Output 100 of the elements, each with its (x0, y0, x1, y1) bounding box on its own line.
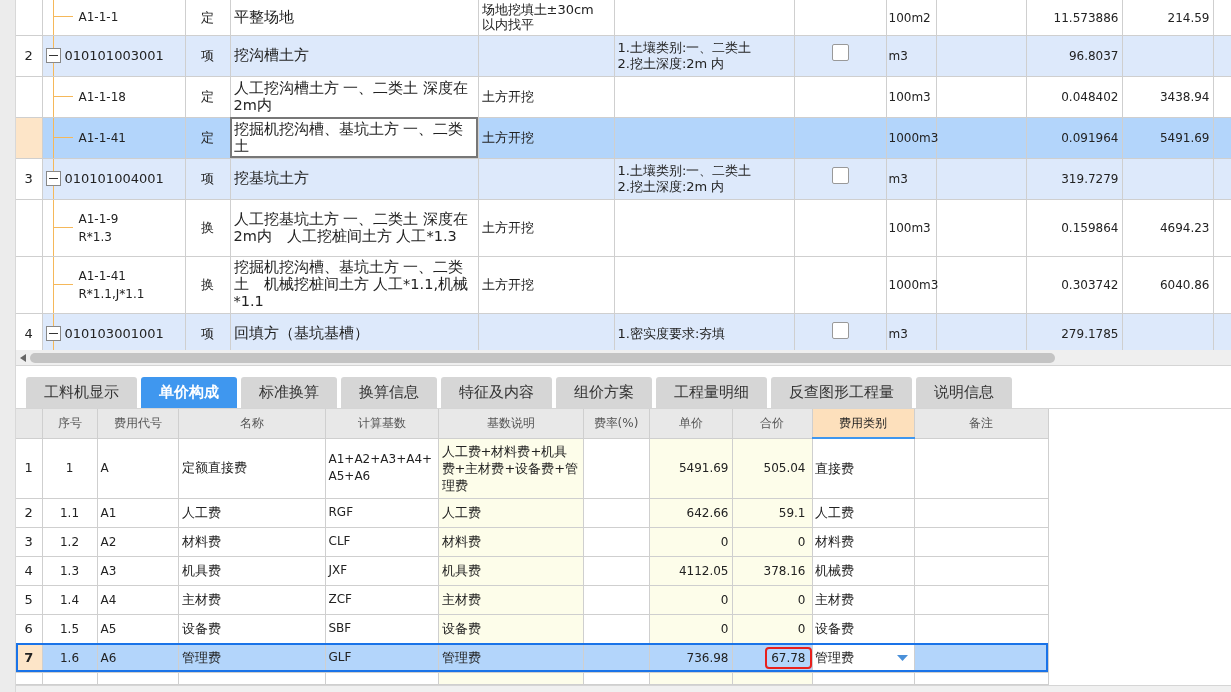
collapse-toggle[interactable] (45, 326, 61, 341)
table-cell: 0 (720, 592, 729, 607)
table-cell-text: SBF (328, 620, 353, 637)
table-row[interactable]: 6 1.5 A5 设备费 SBF 设备费 0 0 设备费 (16, 614, 1048, 643)
horizontal-scrollbar[interactable] (30, 352, 1055, 363)
table-row[interactable]: 3 1.2 A2 材料费 CLF 材料费 0 0 材料费 (16, 527, 1048, 556)
tab[interactable]: 换算信息 (341, 377, 437, 408)
row-number: 6 (24, 620, 33, 636)
type-text: 换 (201, 219, 214, 235)
table-cell-text: 505.04 (762, 460, 807, 478)
table-cell-text: 59.1 (777, 504, 807, 522)
table-row[interactable]: 2 010101003001 项 挖沟槽土方 1.土壤类别:一、二类土 2.挖土深度:2m 内 m3 96.8037 (16, 35, 1231, 76)
name-text: 挖沟槽土方 (233, 47, 310, 64)
price-text: 214.59 (1167, 10, 1210, 25)
table-cell-text: CLF (328, 533, 352, 550)
checkbox[interactable] (831, 167, 849, 185)
column-header[interactable]: 备注 (914, 409, 1048, 438)
table-cell: A6 (100, 650, 117, 665)
table-cell: 设备费 (181, 620, 221, 636)
table-cell: 人工费 (181, 504, 221, 520)
code-text: A1-1-41 R*1.1,J*1.1 (78, 267, 145, 303)
table-cell: 1.6 (59, 650, 80, 665)
table-row[interactable]: 7 1.6 A6 管理费 GLF 管理费 736.98 67.78 管理费 (16, 643, 1048, 672)
column-header[interactable]: 名称 (178, 409, 325, 438)
table-cell: 人工费+材料费+机具费+主材费+设备费+管理费 (441, 442, 580, 494)
quantity-text: 0.159864 (1061, 220, 1119, 235)
table-cell-text: 人工费 (441, 504, 482, 521)
code-text: 010101003001 (64, 46, 164, 65)
content-text: 土方开挖 (481, 277, 535, 292)
code-text: A1-1-18 (78, 88, 126, 106)
table-row[interactable]: 2 1.1 A1 人工费 RGF 人工费 642.66 59.1 人工费 (16, 498, 1048, 527)
table-cell: 1.1 (59, 505, 80, 520)
collapse-toggle[interactable] (45, 171, 61, 186)
column-header[interactable]: 单价 (649, 409, 732, 438)
table-cell: 0 (720, 621, 729, 636)
content-text: 场地挖填土±30cm 以内找平 (481, 2, 595, 33)
table-row[interactable]: 5 1.4 A4 主材费 ZCF 主材费 0 0 主材费 (16, 585, 1048, 614)
name-text: 回填方（基坑基槽） (233, 325, 370, 342)
table-cell: A1 (100, 505, 117, 520)
tab[interactable]: 工料机显示 (26, 377, 137, 408)
table-cell: 1.4 (59, 592, 80, 607)
code-text: A1-1-9 R*1.3 (78, 210, 119, 246)
table-cell: A2 (100, 534, 117, 549)
table-cell-text: 管理费 (441, 649, 482, 666)
table-cell-text: A1+A2+A3+A4+A5+A6 (328, 451, 434, 485)
table-cell: 主材费 (181, 591, 221, 607)
checkbox[interactable] (831, 322, 849, 340)
tab[interactable]: 标准换算 (241, 377, 337, 408)
unit-text: 100m3 (888, 89, 931, 104)
column-header[interactable]: 费用类别 (812, 409, 914, 438)
table-row[interactable]: A1-1-1 定 平整场地 场地挖填土±30cm 以内找平 100m2 11.573886 214.59 (16, 0, 1231, 35)
name-text: 挖基坑土方 (233, 170, 310, 187)
tab[interactable]: 工程量明细 (656, 377, 767, 408)
column-header[interactable]: 合价 (732, 409, 812, 438)
table-cell: A3 (100, 563, 117, 578)
table-cell-text: 材料费 (441, 533, 482, 550)
row-number: 4 (24, 325, 33, 341)
dropdown-caret-icon[interactable] (896, 654, 908, 661)
table-cell: 定额直接费 (181, 460, 247, 476)
table-row[interactable]: 3 010101004001 项 挖基坑土方 1.土壤类别:一、二类土 2.挖土深度:2m 内 m3 319.7279 (16, 158, 1231, 199)
unit-text: 1000m3 (888, 277, 939, 292)
column-header[interactable]: 基数说明 (438, 409, 583, 438)
table-cell-text: RGF (328, 504, 355, 521)
table-cell: 1 (65, 461, 74, 476)
table-cell-text: 机械费 (814, 561, 854, 580)
table-cell-text: 0 (796, 591, 807, 609)
table-row[interactable]: A1-1-41 R*1.1,J*1.1 换 挖掘机挖沟槽、基坑土方 一、二类土 机械挖桩间土方 人工*1.1,机械*1.1 土方开挖 1000m3 0.303742 6040.86 (16, 256, 1231, 313)
tab[interactable]: 组价方案 (556, 377, 652, 408)
features-text: 1.密实度要求:夯填 (617, 325, 727, 342)
table-cell: A (100, 461, 109, 476)
column-header[interactable]: 序号 (42, 409, 97, 438)
checkbox[interactable] (831, 44, 849, 62)
tab[interactable]: 说明信息 (916, 377, 1012, 408)
table-cell-text: 直接费 (814, 459, 854, 478)
tab[interactable]: 特征及内容 (441, 377, 552, 408)
table-row[interactable]: 4 1.3 A3 机具费 JXF 机具费 4112.05 378.16 机械费 (16, 556, 1048, 585)
table-row[interactable]: 4 010103001001 项 回填方（基坑基槽） 1.密实度要求:夯填 m3 279.1785 (16, 313, 1231, 350)
collapse-toggle[interactable] (45, 48, 61, 63)
price-text: 6040.86 (1159, 277, 1210, 292)
table-cell-text: JXF (328, 562, 349, 579)
code-text: A1-1-1 (78, 9, 119, 27)
name-text: 人工挖沟槽土方 一、二类土 深度在2m内 (233, 79, 469, 114)
table-cell-text: 主材费 (814, 590, 854, 609)
column-header[interactable]: 费用代号 (97, 409, 178, 438)
unit-text: m3 (888, 326, 908, 341)
table-cell: 1.2 (59, 534, 80, 549)
table-row[interactable]: A1-1-41 定 挖掘机挖沟槽、基坑土方 一、二类土 土方开挖 1000m3 0.091964 5491.69 (16, 117, 1231, 158)
unit-text: m3 (888, 48, 908, 63)
column-header[interactable]: 计算基数 (325, 409, 438, 438)
quantity-text: 0.048402 (1061, 89, 1119, 104)
table-cell: A5 (100, 621, 117, 636)
scroll-left-icon[interactable] (20, 353, 26, 362)
code-text: 010103001001 (64, 324, 164, 343)
unit-text: 1000m3 (888, 130, 939, 145)
content-text: 土方开挖 (481, 89, 535, 104)
column-header[interactable]: 费率(%) (583, 409, 649, 438)
tab[interactable]: 反查图形工程量 (771, 377, 912, 408)
name-text: 人工挖基坑土方 一、二类土 深度在2m内 人工挖桩间土方 人工*1.3 (233, 210, 469, 245)
row-number: 3 (24, 170, 33, 186)
content-text: 土方开挖 (481, 130, 535, 145)
